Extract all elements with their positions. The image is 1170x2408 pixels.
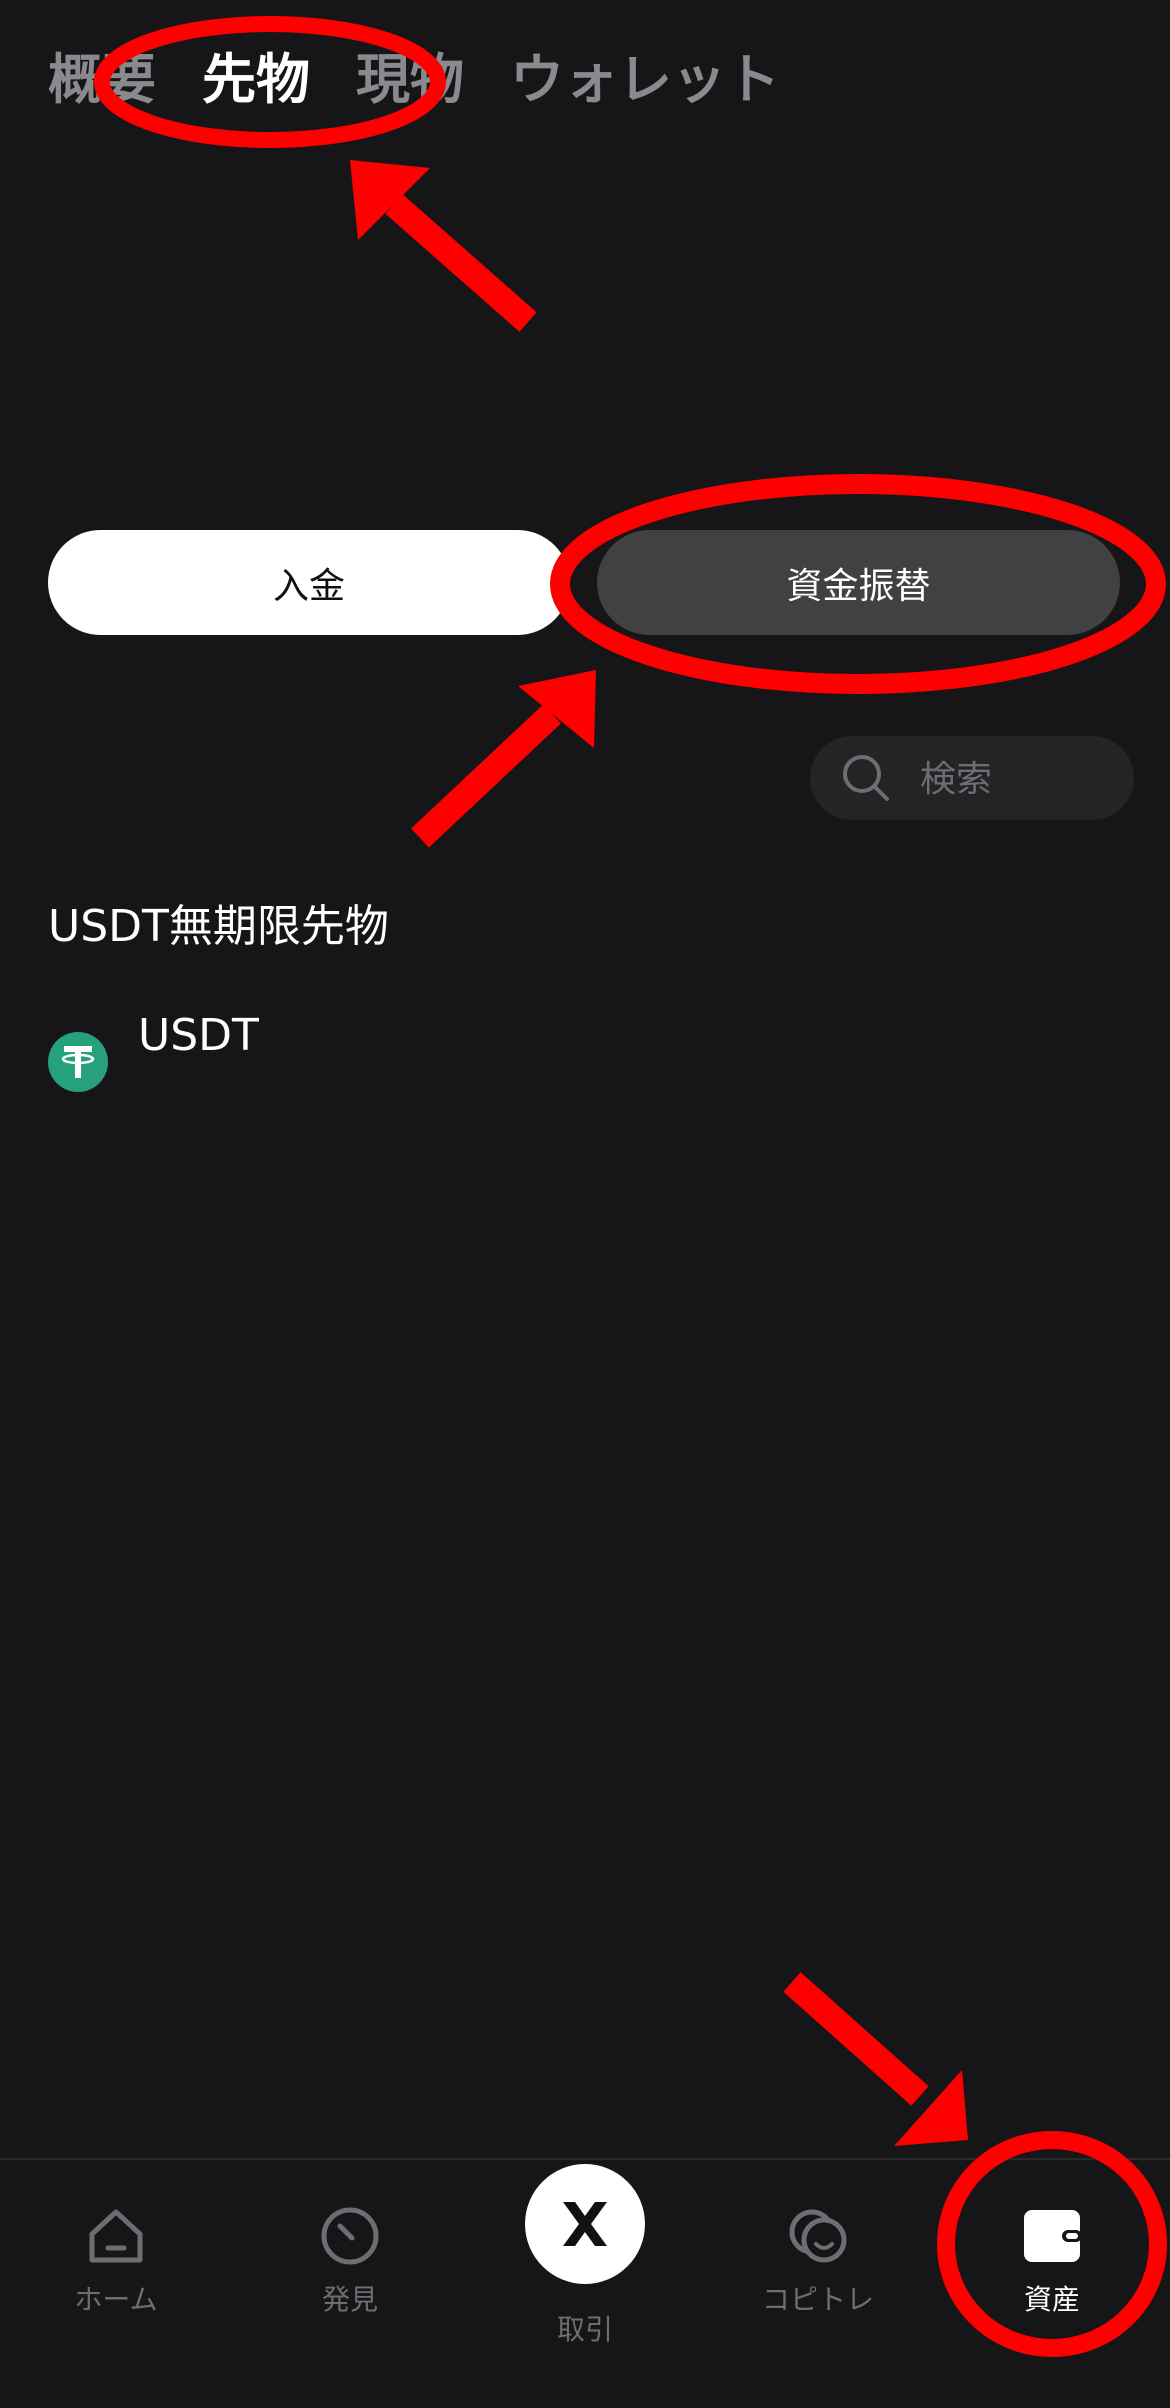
asset-row-usdt[interactable]: USDT xyxy=(48,1010,1120,1120)
nav-copy-trade[interactable]: コピトレ xyxy=(718,2190,918,2340)
wallet-icon xyxy=(1024,2210,1082,2262)
search-box[interactable] xyxy=(810,736,1134,822)
annotation-arrow-futures-tab xyxy=(350,160,537,332)
nav-trade-label: 取引 xyxy=(556,2313,613,2346)
transfer-button[interactable]: 資金振替 xyxy=(597,530,1120,635)
section-title: USDT無期限先物 xyxy=(48,901,389,952)
tab-futures[interactable]: 先物 xyxy=(202,40,310,120)
deposit-button[interactable]: 入金 xyxy=(48,530,570,635)
tab-overview[interactable]: 概要 xyxy=(48,40,156,120)
top-tab-bar: 概要 先物 現物 ウォレット xyxy=(48,40,780,120)
search-icon xyxy=(843,755,889,801)
nav-assets-label: 資産 xyxy=(1023,2283,1080,2316)
asset-name: USDT xyxy=(138,1010,259,1061)
tether-icon xyxy=(48,1032,108,1092)
compass-icon xyxy=(321,2207,379,2265)
trade-icon xyxy=(563,2202,607,2246)
trade-button[interactable] xyxy=(525,2164,645,2284)
nav-assets[interactable]: 資産 xyxy=(952,2190,1152,2340)
nav-home-label: ホーム xyxy=(74,2283,158,2316)
annotation-arrow-assets-tab xyxy=(783,1972,968,2146)
search-input[interactable] xyxy=(918,736,1122,822)
nav-home[interactable]: ホーム xyxy=(16,2190,216,2340)
nav-trade[interactable]: 取引 xyxy=(485,2164,685,2346)
tab-spot[interactable]: 現物 xyxy=(356,40,464,120)
bottom-nav: ホーム 発見 取引 コピトレ 資産 xyxy=(0,2158,1170,2408)
nav-copy-trade-label: コピトレ xyxy=(761,2283,874,2316)
annotation-overlay xyxy=(94,16,1167,2357)
copy-trade-icon xyxy=(789,2209,847,2263)
nav-discover-label: 発見 xyxy=(321,2283,378,2316)
home-icon xyxy=(89,2209,143,2263)
nav-discover[interactable]: 発見 xyxy=(250,2190,450,2340)
annotation-arrow-transfer-button xyxy=(411,670,596,848)
tab-wallet[interactable]: ウォレット xyxy=(510,40,780,120)
